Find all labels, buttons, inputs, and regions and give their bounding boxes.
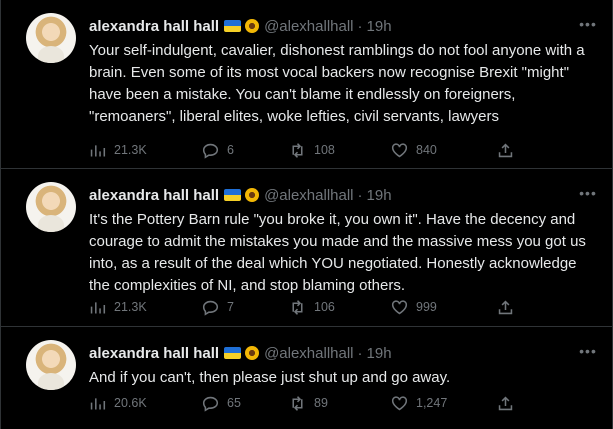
timestamp[interactable]: 19h <box>367 18 392 35</box>
retweet-icon <box>292 142 303 158</box>
retweet-button[interactable]: 106 <box>289 299 335 316</box>
avatar[interactable] <box>26 340 76 390</box>
tweet-header: alexandra hall hall @alexhallhall · 19h <box>89 343 392 363</box>
like-button[interactable]: 999 <box>391 299 437 316</box>
like-icon <box>391 142 408 157</box>
author-handle[interactable]: @alexhallhall <box>264 187 353 204</box>
more-icon[interactable]: ••• <box>578 183 598 203</box>
timestamp[interactable]: 19h <box>367 187 392 204</box>
views-icon <box>90 144 106 156</box>
action-bar: 21.3K 6 108 840 <box>89 140 552 160</box>
share-icon <box>498 395 513 410</box>
tweet-text: Your self-indulgent, cavalier, dishonest… <box>89 42 585 125</box>
views-button[interactable]: 21.3K <box>89 142 147 159</box>
author-handle[interactable]: @alexhallhall <box>264 345 353 362</box>
like-count: 840 <box>416 143 437 157</box>
views-count: 21.3K <box>114 300 147 314</box>
tweet[interactable]: alexandra hall hall @alexhallhall · 19h … <box>1 169 612 327</box>
like-button[interactable]: 1,247 <box>391 395 447 412</box>
retweet-count: 108 <box>314 143 335 157</box>
like-count: 999 <box>416 300 437 314</box>
separator: · <box>357 186 363 204</box>
ukraine-flag-icon <box>224 347 242 359</box>
sunflower-icon <box>245 19 260 33</box>
author-name[interactable]: alexandra hall hall <box>89 345 219 362</box>
tweet-header: alexandra hall hall @alexhallhall · 19h <box>89 185 392 205</box>
retweet-count: 89 <box>314 396 328 410</box>
views-count: 20.6K <box>114 396 147 410</box>
timestamp[interactable]: 19h <box>367 345 392 362</box>
reply-button[interactable]: 7 <box>202 299 234 316</box>
retweet-icon <box>292 395 303 411</box>
more-icon[interactable]: ••• <box>578 341 598 361</box>
separator: · <box>357 344 363 362</box>
reply-icon <box>202 300 219 316</box>
avatar[interactable] <box>26 182 76 232</box>
tweet-text: It's the Pottery Barn rule "you broke it… <box>89 211 586 294</box>
views-icon <box>90 397 106 409</box>
share-icon <box>498 299 513 314</box>
views-button[interactable]: 20.6K <box>89 395 147 412</box>
share-button[interactable] <box>497 395 514 412</box>
reply-icon <box>202 396 219 412</box>
author-handle[interactable]: @alexhallhall <box>264 18 353 35</box>
tweet[interactable]: alexandra hall hall @alexhallhall · 19h … <box>1 0 612 169</box>
like-button[interactable]: 840 <box>391 142 437 159</box>
sunflower-icon <box>245 346 260 360</box>
tweet[interactable]: alexandra hall hall @alexhallhall · 19h … <box>1 327 612 429</box>
retweet-button[interactable]: 89 <box>289 395 328 412</box>
sunflower-icon <box>245 188 260 202</box>
views-icon <box>90 301 106 313</box>
avatar[interactable] <box>26 13 76 63</box>
reply-button[interactable]: 6 <box>202 142 234 159</box>
reply-button[interactable]: 65 <box>202 395 241 412</box>
author-name[interactable]: alexandra hall hall <box>89 187 219 204</box>
tweet-text: And if you can't, then please just shut … <box>89 369 451 386</box>
reply-count: 65 <box>227 396 241 410</box>
share-icon <box>498 142 513 157</box>
reply-count: 7 <box>227 300 234 314</box>
views-button[interactable]: 21.3K <box>89 299 147 316</box>
reply-icon <box>202 143 219 159</box>
like-icon <box>391 299 408 314</box>
author-name[interactable]: alexandra hall hall <box>89 18 219 35</box>
views-count: 21.3K <box>114 143 147 157</box>
reply-count: 6 <box>227 143 234 157</box>
ukraine-flag-icon <box>224 20 242 32</box>
share-button[interactable] <box>497 299 514 316</box>
action-bar: 20.6K 65 89 1,247 <box>89 393 552 413</box>
tweet-header: alexandra hall hall @alexhallhall · 19h <box>89 16 392 36</box>
like-icon <box>391 395 408 410</box>
like-count: 1,247 <box>416 396 448 410</box>
retweet-button[interactable]: 108 <box>289 142 335 159</box>
ukraine-flag-icon <box>224 189 242 201</box>
retweet-icon <box>292 299 303 315</box>
action-bar: 21.3K 7 106 999 <box>89 297 552 317</box>
share-button[interactable] <box>497 142 514 159</box>
more-icon[interactable]: ••• <box>578 14 598 34</box>
separator: · <box>357 17 363 35</box>
retweet-count: 106 <box>314 300 335 314</box>
